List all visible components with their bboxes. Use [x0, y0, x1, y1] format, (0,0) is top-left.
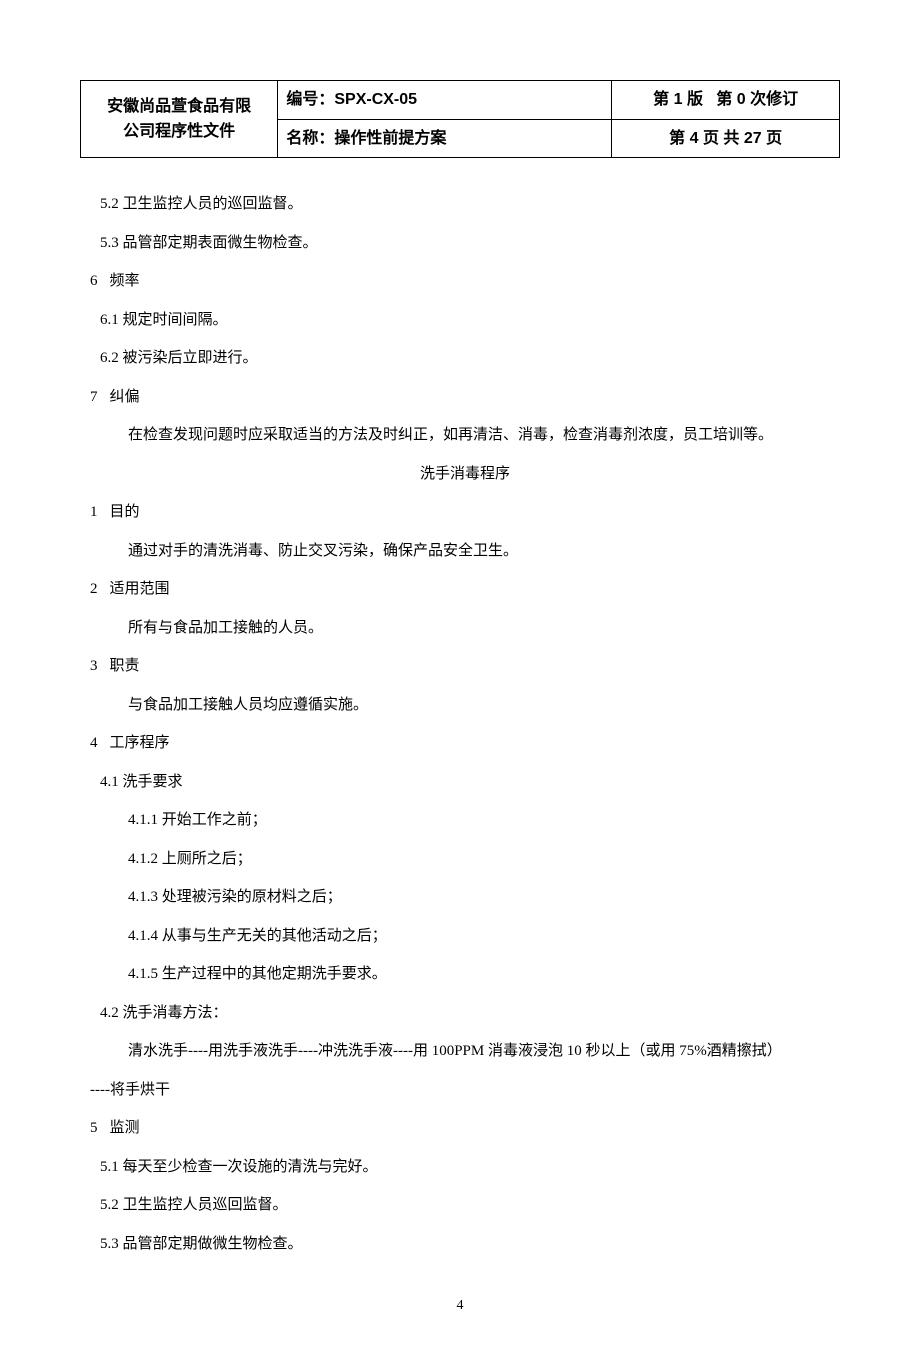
item-6-2: 6.2 被污染后立即进行。: [90, 347, 840, 370]
proc-section-5-title: 监测: [110, 1120, 140, 1136]
proc-section-5: 5 监测: [90, 1117, 840, 1140]
item-5-3: 5.3 品管部定期表面微生物检查。: [90, 232, 840, 255]
item-4-2-body2: ----将手烘干: [90, 1079, 840, 1102]
procedure-title: 洗手消毒程序: [90, 463, 840, 486]
proc-section-2: 2 适用范围: [90, 578, 840, 601]
proc-section-1-title: 目的: [110, 504, 140, 520]
doc-number-label: 编号：: [286, 91, 334, 108]
item-4-2: 4.2 洗手消毒方法：: [90, 1002, 840, 1025]
proc-section-1-number: 1: [90, 504, 98, 520]
proc-section-1: 1 目的: [90, 501, 840, 524]
proc-section-3-title: 职责: [110, 658, 140, 674]
proc-section-3-body: 与食品加工接触人员均应遵循实施。: [90, 694, 840, 717]
page-info-cell: 第 4 页 共 27 页: [612, 119, 840, 158]
page-info-text: 第 4 页 共 27 页: [669, 130, 782, 147]
proc-section-2-title: 适用范围: [110, 581, 170, 597]
item-5-2: 5.2 卫生监控人员的巡回监督。: [90, 193, 840, 216]
version-text: 第 1 版: [653, 91, 703, 108]
proc-section-2-body: 所有与食品加工接触的人员。: [90, 617, 840, 640]
company-name-line1: 安徽尚品萱食品有限: [89, 94, 269, 120]
section-6-title: 频率: [110, 273, 140, 289]
item-6-1: 6.1 规定时间间隔。: [90, 309, 840, 332]
proc-section-2-number: 2: [90, 581, 98, 597]
section-7-title: 纠偏: [110, 389, 140, 405]
item-5b-1: 5.1 每天至少检查一次设施的清洗与完好。: [90, 1156, 840, 1179]
item-4-2-body1: 清水洗手----用洗手液洗手----冲洗洗手液----用 100PPM 消毒液浸…: [90, 1040, 840, 1063]
document-header-table: 安徽尚品萱食品有限 公司程序性文件 编号：SPX-CX-05 第 1 版 第 0…: [80, 80, 840, 158]
item-4-1-1: 4.1.1 开始工作之前；: [90, 809, 840, 832]
proc-section-5-number: 5: [90, 1120, 98, 1136]
proc-section-3: 3 职责: [90, 655, 840, 678]
doc-number: SPX-CX-05: [334, 91, 417, 108]
item-4-1: 4.1 洗手要求: [90, 771, 840, 794]
version-cell: 第 1 版 第 0 次修订: [612, 81, 840, 120]
company-name-cell: 安徽尚品萱食品有限 公司程序性文件: [81, 81, 278, 158]
company-name-line2: 公司程序性文件: [89, 119, 269, 145]
section-6: 6 频率: [90, 270, 840, 293]
item-4-1-2: 4.1.2 上厕所之后；: [90, 848, 840, 871]
item-4-1-3: 4.1.3 处理被污染的原材料之后；: [90, 886, 840, 909]
doc-name-label: 名称：: [286, 130, 334, 147]
proc-section-3-number: 3: [90, 658, 98, 674]
proc-section-4-number: 4: [90, 735, 98, 751]
doc-name: 操作性前提方案: [334, 130, 446, 147]
doc-name-cell: 名称：操作性前提方案: [278, 119, 612, 158]
section-6-number: 6: [90, 273, 98, 289]
page-number: 4: [80, 1295, 840, 1317]
document-content: 5.2 卫生监控人员的巡回监督。 5.3 品管部定期表面微生物检查。 6 频率 6…: [90, 193, 840, 1255]
doc-number-cell: 编号：SPX-CX-05: [278, 81, 612, 120]
item-4-1-5: 4.1.5 生产过程中的其他定期洗手要求。: [90, 963, 840, 986]
section-7-number: 7: [90, 389, 98, 405]
item-4-1-4: 4.1.4 从事与生产无关的其他活动之后；: [90, 925, 840, 948]
proc-section-4: 4 工序程序: [90, 732, 840, 755]
section-7-body: 在检查发现问题时应采取适当的方法及时纠正，如再清洁、消毒，检查消毒剂浓度，员工培…: [90, 424, 840, 447]
proc-section-1-body: 通过对手的清洗消毒、防止交叉污染，确保产品安全卫生。: [90, 540, 840, 563]
section-7: 7 纠偏: [90, 386, 840, 409]
item-5b-3: 5.3 品管部定期做微生物检查。: [90, 1233, 840, 1256]
item-5b-2: 5.2 卫生监控人员巡回监督。: [90, 1194, 840, 1217]
revision-text: 第 0 次修订: [716, 91, 798, 108]
proc-section-4-title: 工序程序: [110, 735, 170, 751]
